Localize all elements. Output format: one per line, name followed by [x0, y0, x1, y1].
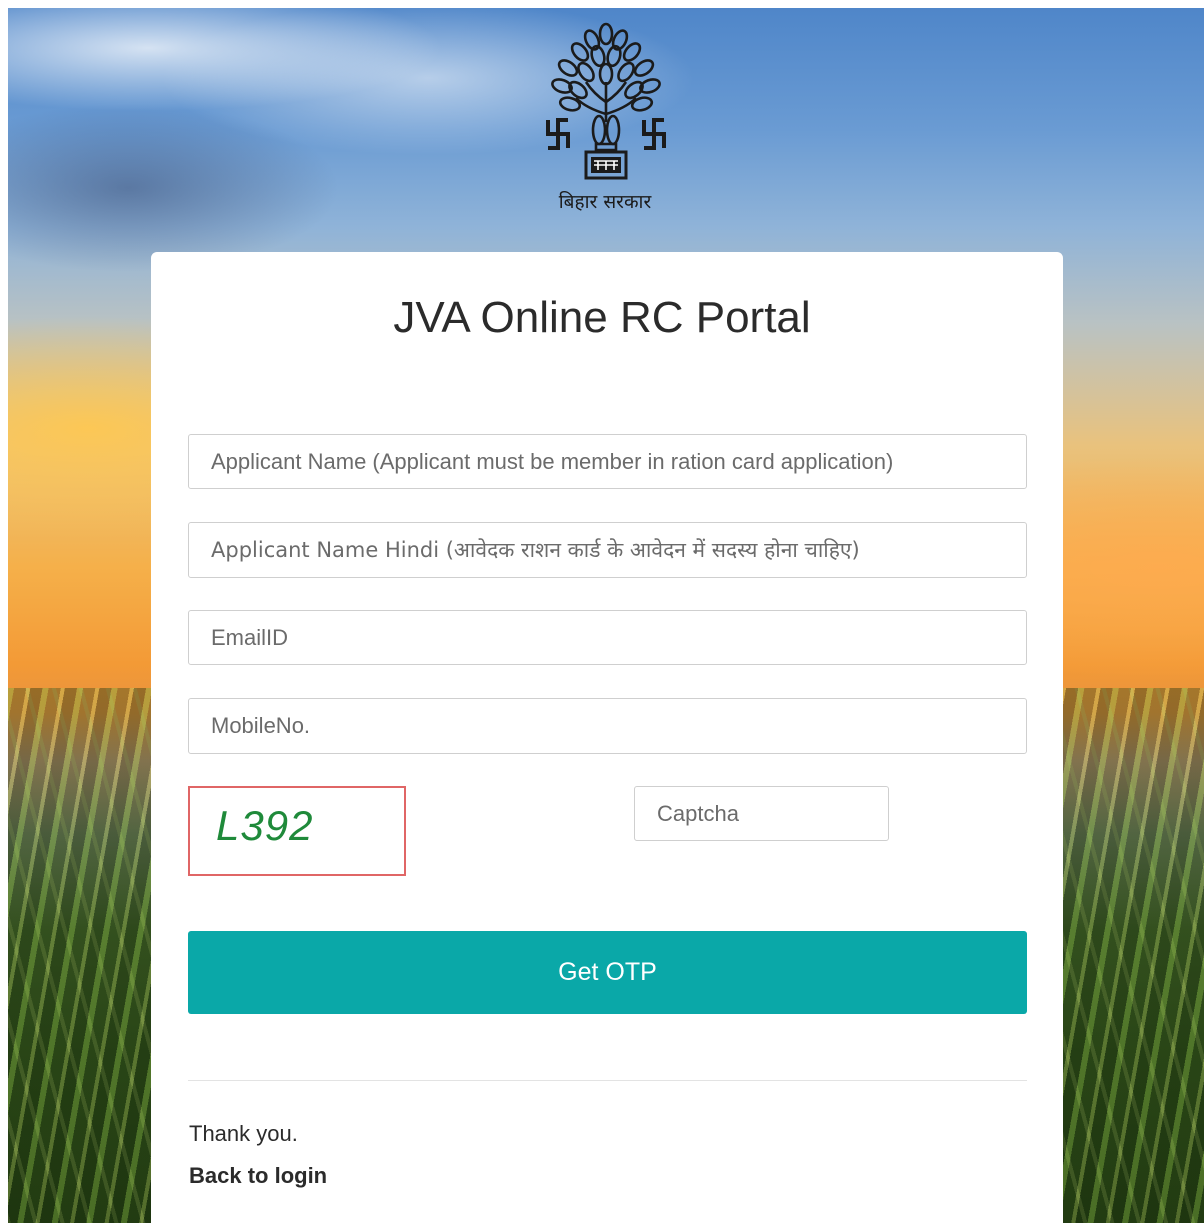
email-input[interactable] — [188, 610, 1027, 665]
page-title: JVA Online RC Portal — [393, 293, 811, 342]
mobile-input[interactable] — [188, 698, 1027, 754]
applicant-name-input[interactable] — [188, 434, 1027, 489]
page: बिहार सरकार JVA Online RC Portal L392 Ge… — [0, 0, 1204, 1223]
emblem-caption: बिहार सरकार — [558, 191, 652, 213]
captcha-code: L392 — [216, 802, 314, 849]
thank-you-text: Thank you. — [189, 1121, 298, 1146]
get-otp-button[interactable]: Get OTP — [188, 931, 1027, 1014]
captcha-image: L392 — [188, 786, 406, 876]
back-to-login-link[interactable]: Back to login — [189, 1163, 327, 1189]
applicant-name-hindi-input[interactable] — [188, 522, 1027, 578]
divider — [188, 1080, 1027, 1081]
captcha-input[interactable] — [634, 786, 889, 841]
